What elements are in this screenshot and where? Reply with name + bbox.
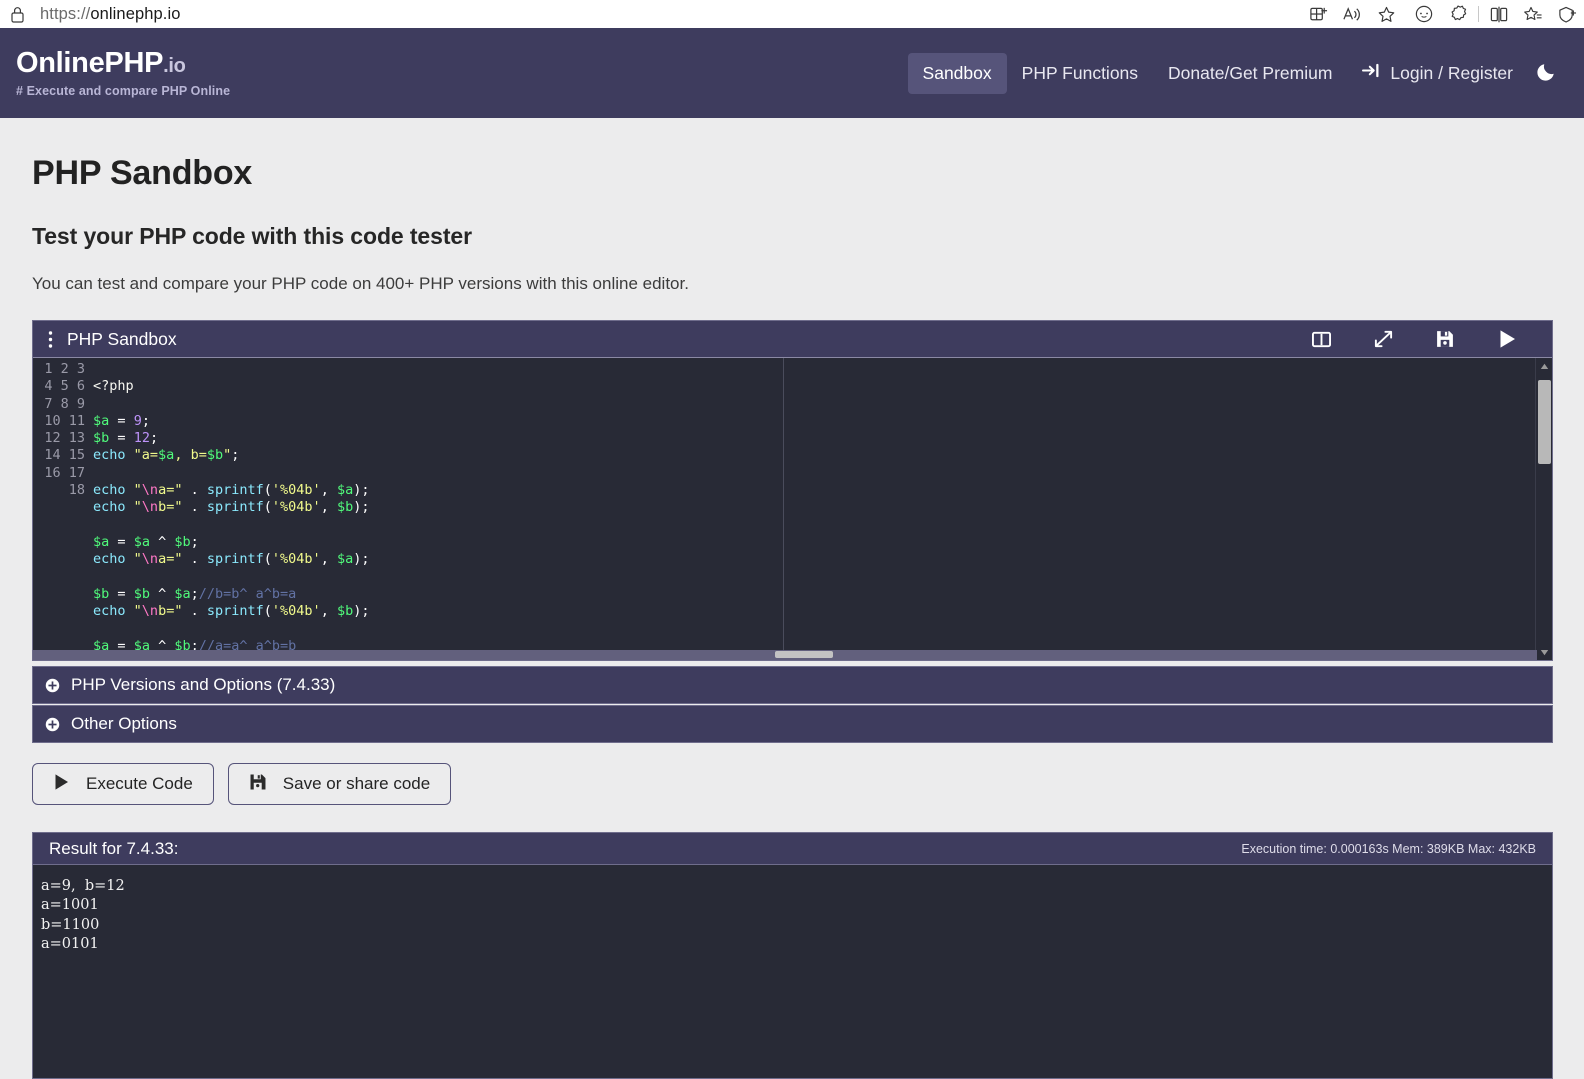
nav-item-php-functions[interactable]: PHP Functions: [1007, 53, 1153, 94]
main-content: PHP Sandbox Test your PHP code with this…: [0, 118, 1584, 1079]
split-screen-icon[interactable]: [1482, 1, 1516, 27]
result-title: Result for 7.4.33:: [49, 838, 179, 858]
toolbar-pill-group: [1297, 1, 1407, 27]
action-buttons: Execute Code Save or share code: [32, 763, 452, 805]
expand-fullscreen-icon[interactable]: [1352, 321, 1414, 358]
site-header: OnlinePHP.io # Execute and compare PHP O…: [0, 28, 1584, 118]
read-aloud-icon[interactable]: [1335, 1, 1369, 27]
moon-icon: [1537, 60, 1558, 86]
kebab-menu-icon[interactable]: [33, 330, 67, 349]
code-content[interactable]: <?php $a = 9; $b = 12; echo "a=$a, b=$b"…: [85, 358, 1552, 660]
login-label: Login / Register: [1390, 62, 1513, 83]
save-share-label: Save or share code: [282, 774, 431, 793]
sign-in-icon: [1362, 62, 1381, 84]
editor-horizontal-scrollbar[interactable]: [33, 650, 1537, 660]
accordion-other-options[interactable]: Other Options: [32, 705, 1553, 743]
copilot-icon[interactable]: [1407, 1, 1441, 27]
accordion-other-options-label: Other Options: [71, 714, 177, 733]
page-subtitle: Test your PHP code with this code tester: [32, 223, 472, 249]
editor-toolbar: [1290, 321, 1552, 358]
nav-item-login[interactable]: Login / Register: [1347, 52, 1525, 94]
collections-icon[interactable]: [1516, 1, 1550, 27]
url-host: onlinephp.io: [90, 4, 181, 23]
line-number-gutter: 1 2 3 4 5 6 7 8 9 10 11 12 13 14 15 16 1…: [44, 361, 85, 499]
browser-toolbar-actions: [1297, 0, 1584, 28]
lock-icon: [8, 5, 26, 23]
brand-suffix: .io: [163, 55, 186, 78]
brand-tagline: # Execute and compare PHP Online: [16, 83, 231, 98]
nav-item-sandbox[interactable]: Sandbox: [907, 52, 1007, 94]
split-screen-add-icon[interactable]: [1301, 1, 1335, 27]
result-stats: Execution time: 0.000163s Mem: 389KB Max…: [1241, 841, 1536, 856]
editor-title: PHP Sandbox: [67, 328, 177, 349]
nav-item-donate[interactable]: Donate/Get Premium: [1153, 53, 1347, 94]
split-view-icon[interactable]: [1290, 321, 1352, 358]
toolbar-divider: [1478, 6, 1479, 22]
scroll-down-arrow-icon[interactable]: [1536, 644, 1552, 660]
accordion-php-versions[interactable]: PHP Versions and Options (7.4.33): [32, 666, 1553, 704]
editor-header: PHP Sandbox: [33, 321, 1552, 358]
favorite-star-icon[interactable]: [1369, 1, 1403, 27]
result-output: a=9, b=12 a=1001 b=1100 a=0101: [32, 865, 1553, 1079]
scroll-up-arrow-icon[interactable]: [1536, 358, 1552, 374]
editor-vertical-scrollbar[interactable]: [1535, 358, 1552, 660]
page-description: You can test and compare your PHP code o…: [32, 274, 689, 293]
execute-code-button[interactable]: Execute Code: [32, 763, 214, 805]
address-bar[interactable]: https://onlinephp.io: [40, 5, 181, 24]
code-editor: PHP Sandbox 1 2 3 4 5 6 7 8 9 10 11 12 1…: [32, 320, 1553, 661]
code-area[interactable]: 1 2 3 4 5 6 7 8 9 10 11 12 13 14 15 16 1…: [33, 358, 1552, 660]
horizontal-scrollbar-thumb[interactable]: [775, 651, 833, 658]
main-nav: Sandbox PHP Functions Donate/Get Premium…: [907, 28, 1576, 118]
save-floppy-icon[interactable]: [1414, 321, 1476, 358]
url-scheme: https://: [40, 4, 91, 23]
site-logo[interactable]: OnlinePHP.io # Execute and compare PHP O…: [16, 48, 231, 98]
save-share-button[interactable]: Save or share code: [227, 763, 452, 805]
theme-toggle-button[interactable]: [1525, 60, 1576, 86]
brand-name: OnlinePHP: [16, 47, 164, 80]
browser-toolbar: https://onlinephp.io: [0, 0, 1584, 28]
browser-essentials-icon[interactable]: [1550, 1, 1584, 27]
play-icon: [53, 773, 70, 796]
vertical-scrollbar-thumb[interactable]: [1538, 380, 1551, 464]
plus-circle-icon: [45, 717, 60, 732]
extensions-icon[interactable]: [1441, 1, 1475, 27]
run-play-icon[interactable]: [1476, 321, 1538, 358]
result-header: Result for 7.4.33: Execution time: 0.000…: [32, 832, 1553, 865]
floppy-icon: [249, 773, 267, 796]
execute-code-label: Execute Code: [86, 774, 193, 793]
accordion-php-versions-label: PHP Versions and Options (7.4.33): [71, 675, 336, 694]
plus-circle-icon: [45, 678, 60, 693]
page-title: PHP Sandbox: [32, 154, 253, 192]
brand-title: OnlinePHP.io: [16, 48, 230, 78]
